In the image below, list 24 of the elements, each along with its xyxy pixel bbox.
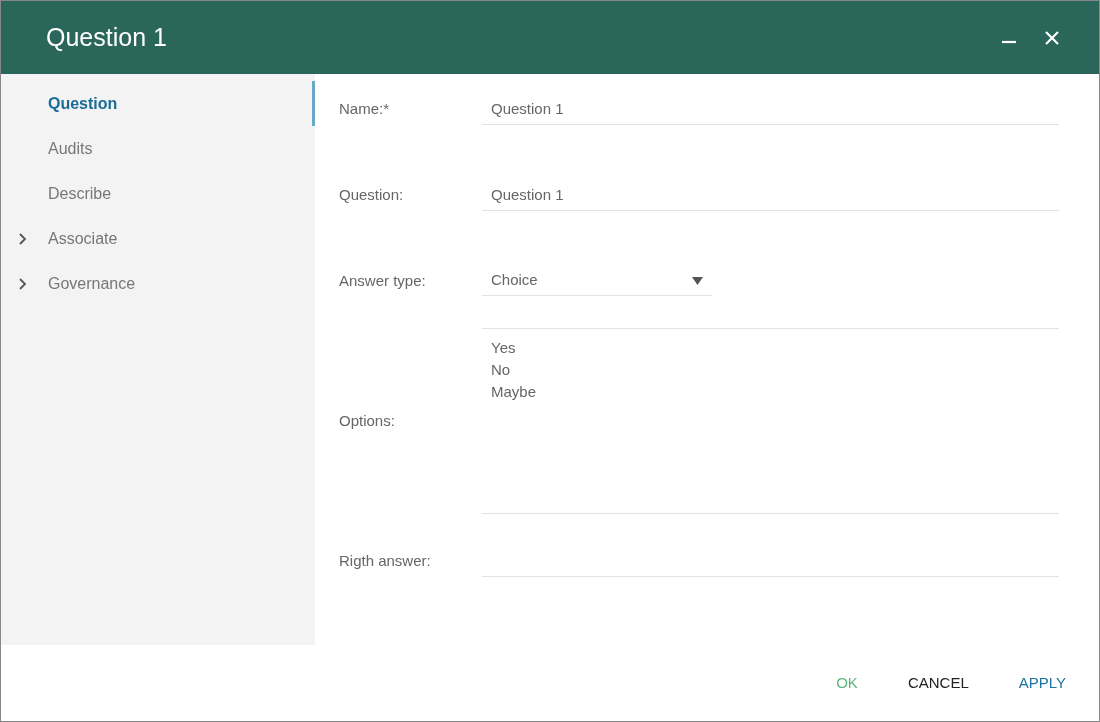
option-line: No — [491, 360, 512, 380]
dropdown-field[interactable]: Choice — [482, 266, 712, 296]
field-label: Rigth answer: — [339, 550, 432, 571]
sidebar-item[interactable]: Governance — [1, 261, 315, 306]
dialog-button[interactable]: APPLY — [1001, 665, 1083, 701]
text-field[interactable]: Question 1 — [482, 179, 1059, 211]
field-label: Answer type: — [339, 270, 427, 291]
chevron-right-icon[interactable] — [17, 232, 27, 245]
option-line: Yes — [491, 338, 517, 358]
field-label: Options: — [339, 410, 396, 431]
field-label: Name:* — [339, 98, 391, 119]
option-line: Maybe — [491, 382, 538, 402]
window-title: Question 1 — [46, 21, 167, 53]
text-field[interactable]: Question 1 — [482, 93, 1059, 125]
sidebar-item[interactable]: Audits — [1, 126, 315, 171]
sidebar-item[interactable]: Question — [1, 81, 315, 126]
sidebar-item[interactable]: Describe — [1, 171, 315, 216]
dropdown-arrow-icon — [692, 276, 703, 285]
chevron-right-icon[interactable] — [17, 277, 27, 290]
close-icon[interactable] — [1045, 30, 1059, 45]
dialog-button[interactable]: CANCEL — [890, 665, 986, 701]
field-label: Question: — [339, 184, 405, 205]
options-field[interactable]: Yes No Maybe — [482, 328, 1059, 514]
sidebar-item[interactable]: Associate — [1, 216, 315, 261]
